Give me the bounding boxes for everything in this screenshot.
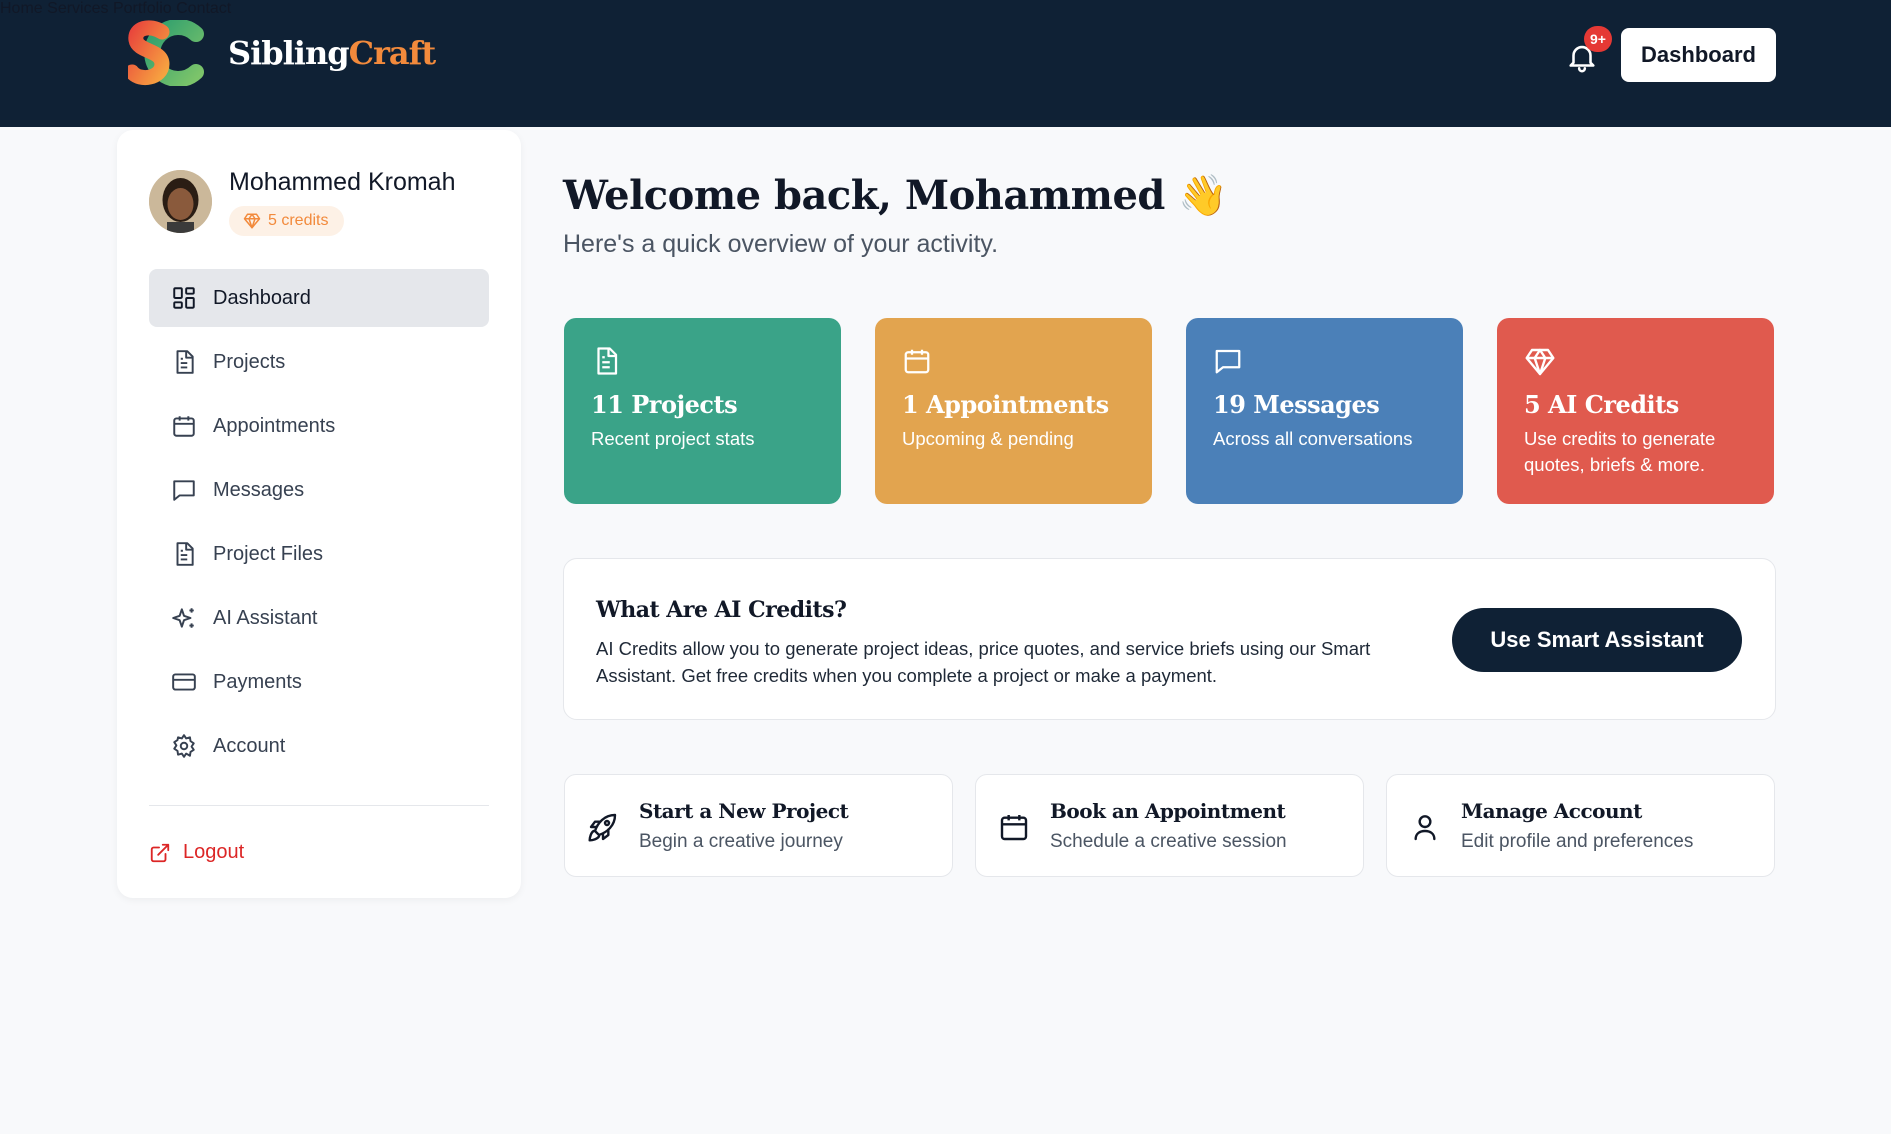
- page-title: Welcome back, Mohammed 👋: [563, 172, 1228, 219]
- info-text: AI Credits allow you to generate project…: [596, 638, 1371, 686]
- stat-title: 11 Projects: [591, 390, 738, 419]
- calendar-icon: [904, 349, 930, 374]
- credits-label: 5 credits: [268, 212, 329, 229]
- sidebar-item-payments[interactable]: Payments: [149, 653, 489, 711]
- stat-card-ai-credits[interactable]: 5 AI Credits Use credits to generate quo…: [1497, 318, 1774, 504]
- sidebar-item-label: Payments: [213, 670, 302, 693]
- stat-card-projects[interactable]: 11 Projects Recent project stats: [564, 318, 841, 504]
- action-description: Schedule a creative session: [1050, 831, 1287, 852]
- credits-badge: 5 credits: [229, 206, 345, 236]
- calendar-icon: [173, 416, 195, 437]
- sidebar-item-label: Project Files: [213, 542, 324, 565]
- user-name: Mohammed Kromah: [229, 168, 456, 196]
- chat-icon: [173, 480, 195, 501]
- logout-label: Logout: [183, 841, 245, 863]
- stat-description: Recent project stats: [591, 428, 755, 449]
- document-icon: [597, 347, 618, 375]
- sidebar-item-account[interactable]: Account: [149, 717, 489, 775]
- nav-portfolio-link[interactable]: Portfolio: [113, 0, 172, 17]
- action-description: Edit profile and preferences: [1461, 831, 1694, 852]
- ai-credits-info-card: What Are AI Credits? AI Credits allow yo…: [563, 558, 1776, 720]
- logo-mark-icon: [124, 19, 206, 87]
- sidebar-item-label: Messages: [213, 478, 305, 501]
- stat-description: Use credits to generate quotes, briefs &…: [1524, 428, 1716, 475]
- sidebar-item-projects[interactable]: Projects: [149, 333, 489, 391]
- nav-services-link[interactable]: Services: [47, 0, 108, 17]
- top-navbar: SiblingCraft Home Services Portfolio Con…: [0, 0, 1891, 127]
- dashboard-icon: [173, 287, 195, 309]
- sidebar-item-label: Account: [213, 734, 286, 757]
- logout-link[interactable]: Logout: [149, 841, 244, 864]
- sparkles-icon: [172, 608, 194, 628]
- chat-icon: [1215, 349, 1241, 374]
- action-card-book-appointment[interactable]: Book an Appointment Schedule a creative …: [975, 774, 1364, 877]
- action-title: Book an Appointment: [1050, 799, 1286, 823]
- stat-title: 1 Appointments: [902, 390, 1109, 419]
- sidebar: Mohammed Kromah 5 credits Dashboard Proj…: [117, 130, 521, 898]
- stat-title: 19 Messages: [1213, 390, 1380, 419]
- sidebar-divider: [149, 805, 489, 806]
- dashboard-button[interactable]: Dashboard: [1621, 28, 1776, 82]
- stat-card-appointments[interactable]: 1 Appointments Upcoming & pending: [875, 318, 1152, 504]
- file-icon: [176, 542, 194, 566]
- external-link-icon: [150, 843, 170, 862]
- info-title: What Are AI Credits?: [596, 597, 847, 623]
- stat-title: 5 AI Credits: [1524, 390, 1679, 419]
- gear-icon: [173, 734, 195, 758]
- stat-description: Across all conversations: [1213, 428, 1413, 449]
- diamond-icon: [243, 213, 261, 229]
- use-smart-assistant-button[interactable]: Use Smart Assistant: [1452, 608, 1742, 672]
- sidebar-item-label: Appointments: [213, 414, 336, 437]
- brand-logo[interactable]: SiblingCraft: [124, 19, 436, 87]
- sidebar-item-label: Projects: [213, 350, 286, 373]
- action-title: Manage Account: [1461, 799, 1642, 823]
- document-icon: [176, 350, 194, 374]
- sidebar-item-messages[interactable]: Messages: [149, 461, 489, 519]
- action-card-manage-account[interactable]: Manage Account Edit profile and preferen…: [1386, 774, 1775, 877]
- sidebar-item-appointments[interactable]: Appointments: [149, 397, 489, 455]
- nav-home-link[interactable]: Home: [0, 0, 43, 17]
- calendar-icon: [1000, 815, 1028, 841]
- nav-contact-link[interactable]: Contact: [176, 0, 231, 17]
- sidebar-item-label: AI Assistant: [213, 606, 318, 629]
- stat-card-messages[interactable]: 19 Messages Across all conversations: [1186, 318, 1463, 504]
- waving-hand-icon: 👋: [1178, 172, 1228, 219]
- sidebar-item-ai-assistant[interactable]: AI Assistant: [149, 589, 489, 647]
- sidebar-item-label: Dashboard: [213, 286, 311, 309]
- notification-badge: 9+: [1584, 26, 1612, 52]
- diamond-icon: [1525, 348, 1555, 376]
- action-title: Start a New Project: [639, 799, 849, 823]
- action-card-new-project[interactable]: Start a New Project Begin a creative jou…: [564, 774, 953, 877]
- sidebar-item-dashboard[interactable]: Dashboard: [149, 269, 489, 327]
- action-description: Begin a creative journey: [639, 831, 843, 852]
- rocket-icon: [588, 813, 617, 842]
- stat-description: Upcoming & pending: [902, 428, 1074, 449]
- sidebar-item-project-files[interactable]: Project Files: [149, 525, 489, 583]
- credit-card-icon: [172, 673, 196, 691]
- brand-name: SiblingCraft: [228, 34, 436, 72]
- avatar: [149, 170, 212, 233]
- user-icon: [1414, 815, 1436, 841]
- page-subtitle: Here's a quick overview of your activity…: [563, 230, 999, 258]
